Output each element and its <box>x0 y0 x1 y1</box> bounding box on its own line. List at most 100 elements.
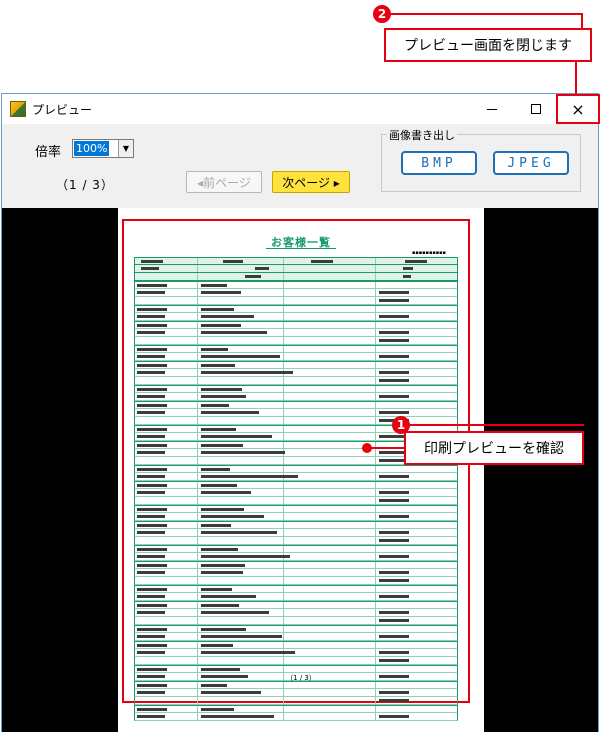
maximize-button[interactable] <box>514 94 558 124</box>
table-cell-divider <box>197 313 198 320</box>
table-cell-divider <box>375 569 376 576</box>
table-cell-divider <box>375 617 376 624</box>
table-cell-divider <box>197 426 198 432</box>
text-placeholder-bar <box>379 299 409 302</box>
text-placeholder-bar <box>137 571 165 574</box>
text-placeholder-bar <box>201 324 241 327</box>
text-placeholder-bar <box>201 524 231 527</box>
table-cell-divider <box>283 282 284 288</box>
text-placeholder-bar <box>201 628 246 631</box>
table-cell-divider <box>375 466 376 472</box>
table-cell-divider <box>197 306 198 312</box>
callout-number-2: 2 <box>373 5 391 23</box>
table-cell-divider <box>375 426 376 432</box>
table-cell-divider <box>197 657 198 664</box>
text-placeholder-bar <box>201 715 274 718</box>
table-cell-divider <box>197 258 198 264</box>
table-row <box>134 281 458 289</box>
table-cell-divider <box>375 666 376 672</box>
text-placeholder-bar <box>201 284 227 287</box>
table-cell-divider <box>375 289 376 296</box>
text-placeholder-bar <box>137 331 165 334</box>
text-placeholder-bar <box>379 659 409 662</box>
table-cell-divider <box>197 417 198 424</box>
text-placeholder-bar <box>137 651 165 654</box>
table-cell-divider <box>283 457 284 464</box>
table-cell-divider <box>197 577 198 584</box>
text-placeholder-bar <box>201 291 241 294</box>
table-row <box>134 617 458 625</box>
text-placeholder-bar <box>201 588 232 591</box>
prev-page-button[interactable]: ◂前ページ <box>186 171 262 193</box>
text-placeholder-bar <box>201 411 259 414</box>
export-jpeg-button[interactable]: JPEG <box>493 151 569 175</box>
text-placeholder-bar <box>137 435 165 438</box>
table-row <box>134 305 458 313</box>
text-placeholder-bar <box>379 315 409 318</box>
zoom-select[interactable]: 100% ▼ <box>72 139 134 158</box>
text-placeholder-bar <box>137 628 167 631</box>
table-cell-divider <box>375 409 376 416</box>
chevron-down-icon[interactable]: ▼ <box>118 140 133 157</box>
text-placeholder-bar <box>137 411 165 414</box>
table-cell-divider <box>197 633 198 640</box>
table-cell-divider <box>283 353 284 360</box>
text-placeholder-bar <box>137 588 167 591</box>
text-placeholder-bar <box>137 564 167 567</box>
table-cell-divider <box>283 417 284 424</box>
close-button[interactable]: × <box>556 94 600 124</box>
table-cell-divider <box>283 362 284 368</box>
text-placeholder-bar <box>405 260 427 263</box>
text-placeholder-bar <box>379 491 409 494</box>
table-row <box>134 665 458 673</box>
table-row <box>134 569 458 577</box>
text-placeholder-bar <box>379 475 409 478</box>
table-cell-divider <box>283 562 284 568</box>
table-row <box>134 345 458 353</box>
text-placeholder-bar <box>379 395 409 398</box>
minimize-button[interactable] <box>470 94 514 124</box>
table-cell-divider <box>283 409 284 416</box>
preview-page: お客様一覧 ▪▪▪▪▪▪▪▪▪▪ （1 / 3） <box>118 208 484 732</box>
table-row <box>134 377 458 385</box>
text-placeholder-bar <box>137 475 165 478</box>
table-cell-divider <box>197 602 198 608</box>
callout-1-leader-top <box>410 424 584 426</box>
table-row <box>134 465 458 473</box>
text-placeholder-bar <box>201 611 269 614</box>
print-preview-area[interactable]: お客様一覧 ▪▪▪▪▪▪▪▪▪▪ （1 / 3） <box>2 208 598 732</box>
table-cell-divider <box>197 513 198 520</box>
export-bmp-button[interactable]: BMP <box>401 151 477 175</box>
table-cell-divider <box>375 489 376 496</box>
text-placeholder-bar <box>141 260 163 263</box>
text-placeholder-bar <box>201 595 256 598</box>
text-placeholder-bar <box>137 708 167 711</box>
table-cell-divider <box>375 377 376 384</box>
table-cell-divider <box>283 506 284 512</box>
table-cell-divider <box>283 346 284 352</box>
text-placeholder-bar <box>201 508 244 511</box>
table-cell-divider <box>375 369 376 376</box>
table-cell-divider <box>283 337 284 344</box>
table-cell-divider <box>283 402 284 408</box>
table-cell-divider <box>197 482 198 488</box>
text-placeholder-bar <box>137 348 167 351</box>
next-page-button[interactable]: 次ページ ▸ <box>272 171 350 193</box>
text-placeholder-bar <box>137 355 165 358</box>
document-title-underline <box>266 248 336 249</box>
table-row <box>134 513 458 521</box>
table-cell-divider <box>283 713 284 720</box>
table-cell-divider <box>283 633 284 640</box>
text-placeholder-bar <box>137 308 167 311</box>
text-placeholder-bar <box>379 611 409 614</box>
table-row <box>134 697 458 705</box>
table-cell-divider <box>283 377 284 384</box>
table-cell-divider <box>197 642 198 648</box>
text-placeholder-bar <box>201 564 245 567</box>
table-cell-divider <box>197 409 198 416</box>
text-placeholder-bar <box>379 579 409 582</box>
text-placeholder-bar <box>137 484 167 487</box>
table-cell-divider <box>375 642 376 648</box>
table-cell-divider <box>197 609 198 616</box>
window-title: プレビュー <box>32 103 93 117</box>
